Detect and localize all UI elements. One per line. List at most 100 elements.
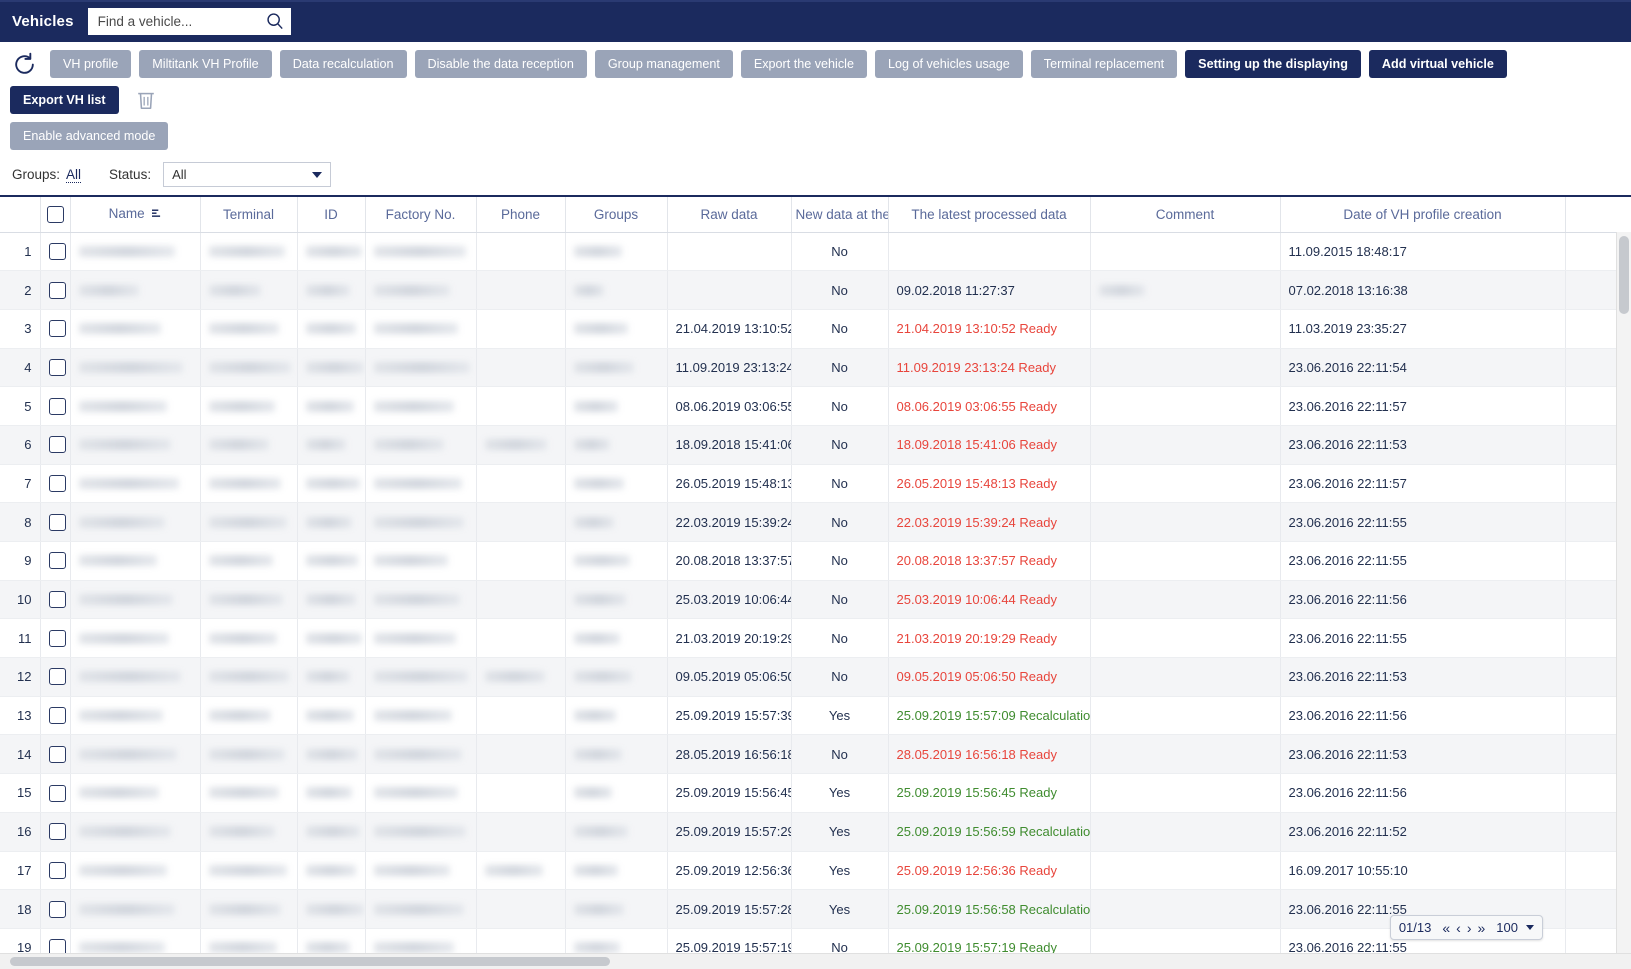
- log-of-vehicles-usage-button[interactable]: Log of vehicles usage: [874, 50, 1023, 78]
- cell-factory-no[interactable]: [365, 618, 477, 659]
- cell-phone[interactable]: [476, 232, 566, 272]
- row-checkbox-cell[interactable]: [40, 425, 71, 465]
- row-checkbox[interactable]: [48, 320, 66, 338]
- cell-name[interactable]: [70, 502, 201, 542]
- search-box[interactable]: [87, 7, 291, 35]
- table-row[interactable]: 16 25.09.2019 15:57:29 Yes 25.09.2019 15:56…: [0, 812, 1631, 852]
- cell-terminal[interactable]: [200, 270, 298, 310]
- cell-comment[interactable]: [1090, 773, 1281, 813]
- cell-phone[interactable]: [476, 425, 566, 465]
- cell-name[interactable]: [70, 386, 201, 426]
- cell-groups[interactable]: [565, 270, 668, 310]
- row-checkbox[interactable]: [48, 668, 66, 686]
- cell-factory-no[interactable]: [365, 386, 477, 426]
- cell-comment[interactable]: [1090, 232, 1281, 272]
- cell-factory-no[interactable]: [365, 657, 477, 697]
- multitank-vh-profile-button[interactable]: Miltitank VH Profile: [139, 50, 272, 78]
- cell-id[interactable]: [297, 618, 366, 659]
- last-page-button[interactable]: »: [1477, 921, 1487, 935]
- table-row[interactable]: 13 25.09.2019 15:57:39 Yes 25.09.2019 15:57…: [0, 696, 1631, 736]
- cell-comment[interactable]: [1090, 425, 1281, 465]
- cell-groups[interactable]: [565, 425, 668, 465]
- vertical-scrollbar-thumb[interactable]: [1619, 236, 1629, 314]
- header-latest-processed-data[interactable]: The latest processed data: [888, 197, 1091, 233]
- cell-factory-no[interactable]: [365, 309, 477, 349]
- header-terminal[interactable]: Terminal: [200, 197, 298, 233]
- cell-phone[interactable]: [476, 734, 566, 775]
- vh-profile-button[interactable]: VH profile: [50, 50, 132, 78]
- cell-factory-no[interactable]: [365, 541, 477, 581]
- cell-comment[interactable]: [1090, 851, 1281, 891]
- header-raw-data[interactable]: Raw data: [667, 197, 792, 233]
- row-checkbox-cell[interactable]: [40, 889, 71, 929]
- trash-icon[interactable]: [131, 86, 161, 114]
- cell-name[interactable]: [70, 734, 201, 775]
- cell-comment[interactable]: [1090, 270, 1281, 310]
- row-checkbox-cell[interactable]: [40, 618, 71, 659]
- cell-comment[interactable]: [1090, 502, 1281, 542]
- row-checkbox[interactable]: [48, 823, 66, 841]
- cell-name[interactable]: [70, 232, 201, 272]
- cell-id[interactable]: [297, 309, 366, 349]
- cell-comment[interactable]: [1090, 696, 1281, 736]
- cell-phone[interactable]: [476, 580, 566, 620]
- header-groups[interactable]: Groups: [565, 197, 668, 233]
- data-recalculation-button[interactable]: Data recalculation: [279, 50, 407, 78]
- cell-phone[interactable]: [476, 812, 566, 852]
- cell-terminal[interactable]: [200, 580, 298, 620]
- row-checkbox[interactable]: [48, 513, 66, 531]
- horizontal-scrollbar-thumb[interactable]: [10, 957, 610, 966]
- cell-groups[interactable]: [565, 889, 668, 929]
- cell-name[interactable]: [70, 657, 201, 697]
- cell-factory-no[interactable]: [365, 696, 477, 736]
- cell-factory-no[interactable]: [365, 580, 477, 620]
- cell-comment[interactable]: [1090, 309, 1281, 349]
- search-icon[interactable]: [266, 12, 284, 30]
- row-checkbox-cell[interactable]: [40, 386, 71, 426]
- row-checkbox-cell[interactable]: [40, 541, 71, 581]
- cell-groups[interactable]: [565, 851, 668, 891]
- cell-phone[interactable]: [476, 657, 566, 697]
- cell-phone[interactable]: [476, 541, 566, 581]
- cell-groups[interactable]: [565, 309, 668, 349]
- cell-terminal[interactable]: [200, 851, 298, 891]
- table-row[interactable]: 6 18.09.2018 15:41:06 No 18.09.2018 15:41:0…: [0, 425, 1631, 465]
- cell-groups[interactable]: [565, 232, 668, 272]
- row-checkbox-cell[interactable]: [40, 812, 71, 852]
- cell-id[interactable]: [297, 696, 366, 736]
- add-virtual-vehicle-button[interactable]: Add virtual vehicle: [1368, 50, 1507, 78]
- cell-id[interactable]: [297, 425, 366, 465]
- cell-comment[interactable]: [1090, 657, 1281, 697]
- cell-terminal[interactable]: [200, 232, 298, 272]
- table-row[interactable]: 12 09.05.2019 05:06:50 No 09.05.2019 05:06:…: [0, 657, 1631, 697]
- cell-id[interactable]: [297, 348, 366, 388]
- sort-icon[interactable]: [152, 207, 161, 222]
- cell-factory-no[interactable]: [365, 889, 477, 929]
- cell-comment[interactable]: [1090, 618, 1281, 659]
- table-row[interactable]: 15 25.09.2019 15:56:45 Yes 25.09.2019 15:56…: [0, 773, 1631, 813]
- table-row[interactable]: 18 25.09.2019 15:57:28 Yes 25.09.2019 15:56…: [0, 889, 1631, 929]
- cell-id[interactable]: [297, 270, 366, 310]
- cell-id[interactable]: [297, 386, 366, 426]
- cell-factory-no[interactable]: [365, 464, 477, 504]
- cell-name[interactable]: [70, 425, 201, 465]
- cell-factory-no[interactable]: [365, 851, 477, 891]
- cell-groups[interactable]: [565, 812, 668, 852]
- export-vh-list-button[interactable]: Export VH list: [10, 86, 119, 114]
- row-checkbox[interactable]: [48, 552, 66, 570]
- cell-phone[interactable]: [476, 889, 566, 929]
- cell-groups[interactable]: [565, 734, 668, 775]
- cell-id[interactable]: [297, 773, 366, 813]
- cell-name[interactable]: [70, 773, 201, 813]
- cell-factory-no[interactable]: [365, 348, 477, 388]
- cell-terminal[interactable]: [200, 734, 298, 775]
- cell-id[interactable]: [297, 657, 366, 697]
- horizontal-scrollbar[interactable]: [0, 953, 1631, 969]
- row-checkbox-cell[interactable]: [40, 502, 71, 542]
- cell-factory-no[interactable]: [365, 734, 477, 775]
- cell-groups[interactable]: [565, 348, 668, 388]
- table-row[interactable]: 4 11.09.2019 23:13:24 No 11.09.2019 23:13:2…: [0, 348, 1631, 388]
- cell-factory-no[interactable]: [365, 270, 477, 310]
- row-checkbox[interactable]: [48, 358, 66, 376]
- cell-id[interactable]: [297, 851, 366, 891]
